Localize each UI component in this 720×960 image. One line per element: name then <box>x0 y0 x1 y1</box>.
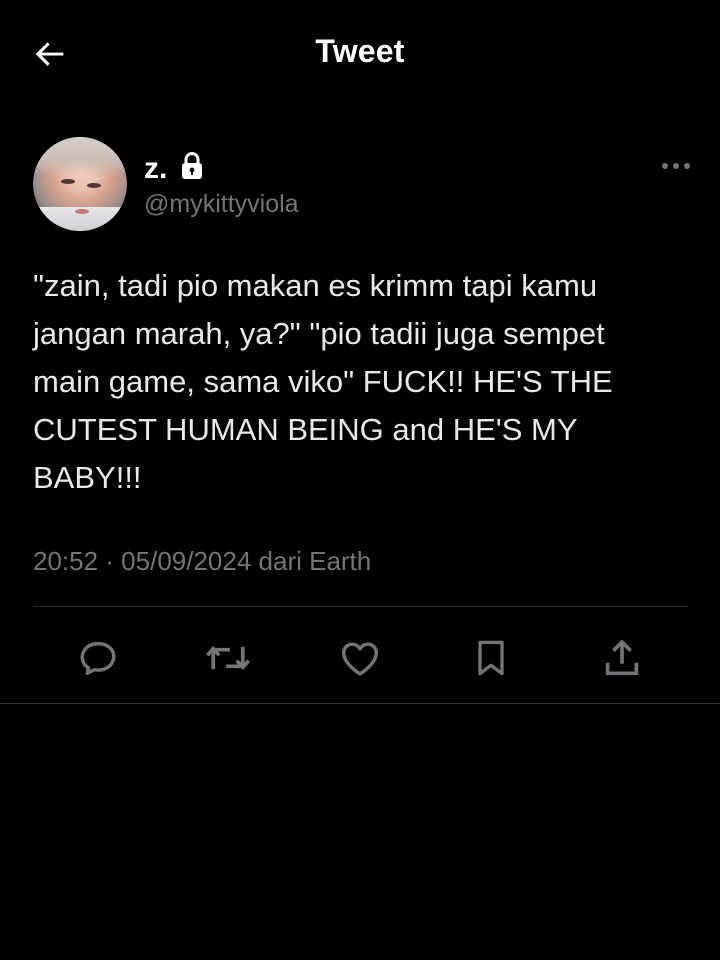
tweet-detail-screen: Tweet z. @mykittyviola "zain, tadi pio m… <box>0 0 720 960</box>
share-icon <box>605 639 639 676</box>
divider <box>0 703 720 704</box>
tweet-timestamp[interactable]: 20:52 · 05/09/2024 dari Earth <box>33 546 371 577</box>
share-button[interactable] <box>598 634 646 682</box>
reply-icon <box>80 641 116 676</box>
tweet-text: "zain, tadi pio makan es krimm tapi kamu… <box>33 268 622 495</box>
bookmark-icon <box>478 640 504 676</box>
avatar[interactable] <box>33 137 127 231</box>
like-button[interactable] <box>336 634 384 682</box>
display-name[interactable]: z. <box>144 152 167 186</box>
heart-icon <box>341 642 379 676</box>
more-horizontal-icon <box>662 163 690 169</box>
reply-button[interactable] <box>74 634 122 682</box>
retweet-button[interactable] <box>204 634 252 682</box>
top-bar: Tweet <box>0 0 720 110</box>
user-handle[interactable]: @mykittyviola <box>144 190 299 219</box>
lock-icon <box>182 152 202 179</box>
page-title: Tweet <box>315 33 405 69</box>
action-bar <box>0 630 720 684</box>
author-row: z. @mykittyviola <box>0 130 720 240</box>
bookmark-button[interactable] <box>467 634 515 682</box>
retweet-icon <box>205 646 251 670</box>
divider <box>33 606 688 607</box>
more-options-button[interactable] <box>656 154 696 178</box>
